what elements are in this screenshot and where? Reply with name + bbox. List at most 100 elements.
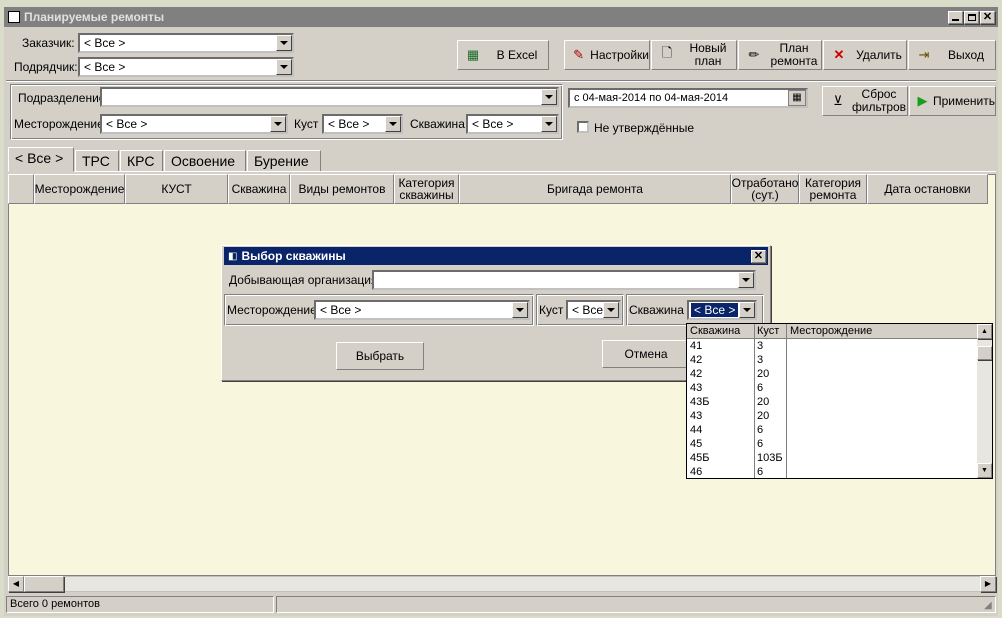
reset-filters-button[interactable]: ⊻ Сброс фильтров (822, 86, 908, 116)
chevron-down-icon[interactable] (738, 272, 754, 288)
status-bar-rest (276, 596, 996, 613)
list-cell-bush: 20 (757, 396, 770, 408)
new-document-icon: 🗋 (661, 45, 673, 60)
chevron-down-icon[interactable] (603, 302, 619, 318)
contractor-label: Подрядчик: (14, 60, 78, 74)
maximize-button[interactable] (964, 10, 979, 24)
new-plan-button[interactable]: 🗋 Новый план (651, 40, 737, 70)
customer-select[interactable]: < Все > (78, 33, 294, 53)
dialog-field-select[interactable]: < Все > (314, 300, 530, 320)
chevron-down-icon[interactable] (541, 116, 557, 132)
list-item[interactable]: 45 6 (687, 437, 979, 451)
excel-icon: ▦ (466, 47, 480, 62)
division-label: Подразделение (18, 91, 106, 105)
calendar-icon[interactable]: ▦ (788, 90, 806, 106)
status-text: Всего 0 ремонтов (10, 598, 100, 610)
list-cell-bush: 6 (757, 466, 764, 478)
dialog-well-label: Скважина (629, 303, 684, 317)
list-item[interactable]: 44 6 (687, 423, 979, 437)
list-item[interactable]: 42 20 (687, 367, 979, 381)
bush-select[interactable]: < Все > (322, 114, 403, 134)
funnel-clear-icon: ⊻ (833, 93, 843, 108)
exit-button[interactable]: ⇥ Выход (908, 40, 996, 70)
column-header-stop-date[interactable]: Дата остановки (867, 174, 988, 204)
dialog-close-button[interactable]: ✕ (751, 249, 766, 263)
column-header-field[interactable]: Месторождение (34, 174, 125, 204)
list-item[interactable]: 43 20 (687, 409, 979, 423)
well-label: Скважина (410, 117, 465, 131)
field-select[interactable]: < Все > (100, 114, 288, 134)
list-item[interactable]: 46 6 (687, 465, 979, 478)
tab-krs[interactable]: КРС (120, 150, 163, 172)
pencil-icon: ✏ (748, 47, 760, 62)
apply-button[interactable]: ▶ Применить (909, 86, 996, 116)
close-button[interactable]: ✕ (980, 10, 995, 24)
chevron-down-icon[interactable] (276, 59, 292, 75)
column-header-bush[interactable]: КУСТ (125, 174, 228, 204)
delete-button[interactable]: ✕ Удалить (823, 40, 907, 70)
chevron-down-icon[interactable] (739, 302, 755, 318)
chevron-down-icon[interactable] (385, 116, 401, 132)
dialog-bush-label: Куст (539, 303, 564, 317)
list-item[interactable]: 41 3 (687, 339, 979, 353)
chevron-down-icon[interactable] (541, 89, 557, 105)
division-select[interactable] (100, 87, 559, 107)
list-cell-well: 42 (690, 354, 703, 366)
list-item[interactable]: 45Б 103Б (687, 451, 979, 465)
repair-plan-button[interactable]: ✏ План ремонта (738, 40, 822, 70)
minimize-button[interactable] (948, 10, 963, 24)
scroll-left-arrow[interactable]: ◀ (8, 576, 24, 592)
column-header-repair-crew[interactable]: Бригада ремонта (459, 174, 731, 204)
list-cell-well: 43 (690, 382, 703, 394)
tab-drilling[interactable]: Бурение (247, 150, 321, 172)
chevron-down-icon[interactable] (512, 302, 528, 318)
list-cell-bush: 20 (757, 368, 770, 380)
column-header-worked-days[interactable]: Отработано (сут.) (731, 174, 799, 204)
scroll-thumb[interactable] (24, 576, 64, 592)
list-cell-bush: 3 (757, 354, 764, 366)
org-label: Добывающая организация (229, 273, 378, 287)
tab-trs[interactable]: ТРС (75, 150, 119, 172)
list-cell-bush: 6 (757, 382, 764, 394)
tab-all[interactable]: < Все > (8, 147, 74, 172)
scroll-down-arrow[interactable]: ▼ (977, 463, 992, 478)
window-titlebar: Планируемые ремонты ✕ (4, 7, 998, 27)
chevron-down-icon[interactable] (276, 35, 292, 51)
well-select[interactable]: < Все > (466, 114, 559, 134)
excel-button[interactable]: ▦ В Excel (457, 40, 549, 70)
list-scroll-thumb[interactable] (977, 346, 992, 360)
cancel-button[interactable]: Отмена (602, 340, 690, 368)
settings-button[interactable]: ✎ Настройки (564, 40, 650, 70)
list-cell-well: 43 (690, 410, 703, 422)
column-header-repair-types[interactable]: Виды ремонтов (290, 174, 394, 204)
list-item[interactable]: 42 3 (687, 353, 979, 367)
dialog-bush-select[interactable]: < Все (566, 300, 621, 320)
tab-development[interactable]: Освоение (164, 150, 246, 172)
org-select[interactable] (372, 270, 756, 290)
list-vertical-scrollbar[interactable]: ▲ ▼ (977, 324, 992, 478)
dialog-icon: ◧ (228, 250, 238, 262)
window-title: Планируемые ремонты (24, 10, 165, 24)
dialog-well-select[interactable]: < Все > (687, 300, 757, 320)
tab-line (8, 171, 996, 172)
column-header-well-category[interactable]: Категория скважины (394, 174, 459, 204)
column-header-well[interactable]: Скважина (228, 174, 290, 204)
customer-label: Заказчик: (22, 36, 75, 50)
wrench-icon: ✎ (573, 47, 585, 62)
not-approved-checkbox[interactable] (577, 121, 589, 133)
chevron-down-icon[interactable] (270, 116, 286, 132)
list-item[interactable]: 43 6 (687, 381, 979, 395)
scroll-right-arrow[interactable]: ▶ (980, 576, 996, 592)
contractor-select[interactable]: < Все > (78, 57, 294, 77)
list-cell-well: 45 (690, 438, 703, 450)
well-dropdown-list[interactable]: Скважина Куст Месторождение 41 3 42 3 42 20 43… (686, 323, 993, 479)
horizontal-scrollbar[interactable] (8, 576, 996, 592)
column-header-repair-category[interactable]: Категория ремонта (799, 174, 867, 204)
date-range-field[interactable]: с 04-мая-2014 по 04-мая-2014 ▦ (568, 88, 808, 108)
size-grip-icon[interactable]: ◢ (984, 600, 992, 611)
list-cell-bush: 3 (757, 340, 764, 352)
scroll-up-arrow[interactable]: ▲ (977, 324, 992, 339)
play-icon: ▶ (917, 93, 928, 108)
list-item[interactable]: 43Б 20 (687, 395, 979, 409)
select-button[interactable]: Выбрать (336, 342, 424, 370)
